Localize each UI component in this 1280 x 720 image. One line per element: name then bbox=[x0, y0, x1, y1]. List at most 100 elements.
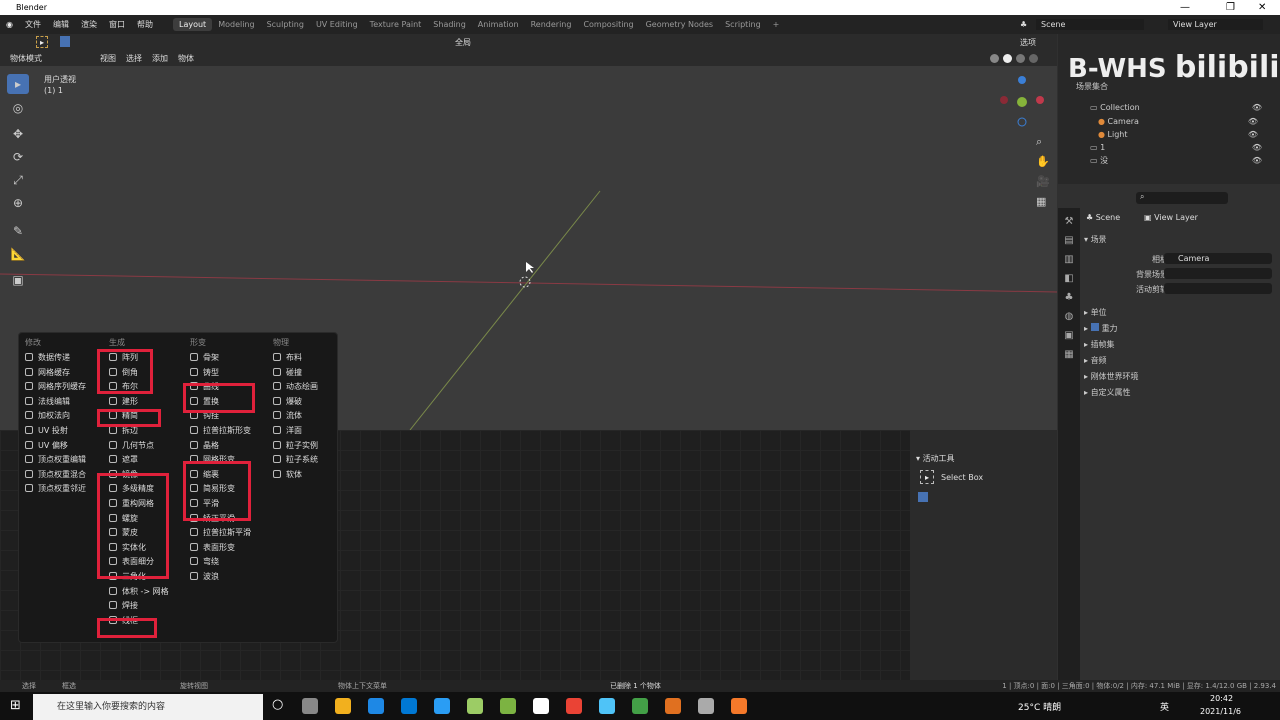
select-box-tool[interactable]: ▸ bbox=[7, 74, 29, 94]
modifier-item[interactable]: 碰撞 bbox=[273, 366, 318, 381]
material-shading-icon[interactable] bbox=[1016, 53, 1025, 63]
taskbar-app-icon[interactable] bbox=[533, 698, 549, 714]
panel-header[interactable]: ▸ 自定义属性 bbox=[1084, 386, 1131, 399]
taskbar-app-icon[interactable] bbox=[335, 698, 351, 714]
tab-workspace[interactable]: Texture Paint bbox=[364, 18, 428, 31]
rotate-tool[interactable]: ⟳ bbox=[7, 147, 29, 167]
modifier-item[interactable]: 晶格 bbox=[190, 439, 251, 454]
tab-workspace[interactable]: Layout bbox=[172, 18, 213, 31]
tab-workspace[interactable]: Shading bbox=[427, 18, 472, 31]
windows-start-icon[interactable]: ⊞ bbox=[10, 698, 21, 713]
taskbar-app-icon[interactable] bbox=[731, 698, 747, 714]
weather[interactable]: 25°C 晴朗 bbox=[1018, 700, 1061, 713]
taskbar-search-input[interactable]: 在这里输入你要搜索的内容 bbox=[33, 694, 263, 720]
viewport-menu-item[interactable]: 选择 bbox=[126, 53, 142, 64]
modifier-item[interactable]: 遮罩 bbox=[109, 453, 169, 468]
clock-date[interactable]: 2021/11/6 bbox=[1200, 707, 1241, 716]
cortana-icon[interactable]: ○ bbox=[272, 697, 283, 712]
tab-view-layer[interactable]: ▣ View Layer bbox=[1144, 213, 1198, 222]
menu-item[interactable]: 编辑 bbox=[47, 19, 75, 30]
outliner-item[interactable]: ● Camera 👁 bbox=[1098, 115, 1276, 128]
taskbar-app-icon[interactable] bbox=[401, 698, 417, 714]
options-dropdown[interactable]: 选项 bbox=[1020, 37, 1036, 48]
panel-header[interactable]: ▸ 音频 bbox=[1084, 354, 1107, 367]
taskbar-app-icon[interactable] bbox=[368, 698, 384, 714]
tab-workspace[interactable]: Modeling bbox=[212, 18, 260, 31]
tab-workspace[interactable]: Geometry Nodes bbox=[640, 18, 719, 31]
modifier-item[interactable]: 布料 bbox=[273, 351, 318, 366]
taskbar-app-icon[interactable] bbox=[665, 698, 681, 714]
viewport-menu-item[interactable]: 物体 bbox=[178, 53, 194, 64]
ime-indicator[interactable]: 英 bbox=[1160, 700, 1169, 713]
modifier-item[interactable]: 表面形变 bbox=[190, 541, 251, 556]
menu-item[interactable]: 帮助 bbox=[131, 19, 159, 30]
mode-dropdown[interactable]: 物体模式 bbox=[10, 53, 80, 64]
modifier-item[interactable]: 铸型 bbox=[190, 366, 251, 381]
modifier-item[interactable]: 弯绕 bbox=[190, 555, 251, 570]
wireframe-shading-icon[interactable] bbox=[990, 53, 999, 63]
panel-header[interactable]: ▸ 刚体世界环境 bbox=[1084, 370, 1139, 383]
tab-scene[interactable]: ♣ Scene bbox=[1086, 213, 1120, 222]
menu-item[interactable]: 文件 bbox=[19, 19, 47, 30]
taskbar-app-icon[interactable] bbox=[500, 698, 516, 714]
taskbar-app-icon[interactable] bbox=[698, 698, 714, 714]
menu-item[interactable]: 渲染 bbox=[75, 19, 103, 30]
visibility-eye-icon[interactable]: 👁 bbox=[1252, 154, 1262, 167]
close-button[interactable]: ✕ bbox=[1258, 0, 1266, 15]
clock-time[interactable]: 20:42 bbox=[1210, 694, 1233, 703]
panel-header[interactable]: ▸ 插帧集 bbox=[1084, 338, 1115, 351]
modifier-item[interactable]: 粒子系统 bbox=[273, 453, 318, 468]
rendered-shading-icon[interactable] bbox=[1029, 53, 1038, 63]
taskbar-app-icon[interactable] bbox=[566, 698, 582, 714]
tab-workspace[interactable]: Compositing bbox=[577, 18, 639, 31]
gravity-checkbox[interactable] bbox=[1090, 323, 1099, 331]
scene-collection[interactable]: 场景集合 bbox=[1076, 80, 1108, 93]
field-0[interactable]: Camera bbox=[1164, 253, 1272, 264]
outliner-item[interactable]: ● Light 👁 bbox=[1098, 128, 1276, 141]
transform-tool[interactable]: ⊕ bbox=[7, 193, 29, 213]
scene-selector[interactable]: Scene bbox=[1036, 19, 1144, 30]
modifier-item[interactable]: UV 投射 bbox=[25, 424, 86, 439]
viewport-menu-item[interactable]: 视图 bbox=[100, 53, 116, 64]
outliner-item[interactable]: ▭ 没 👁 bbox=[1090, 154, 1280, 167]
panel-header[interactable]: ▸ 单位 bbox=[1084, 306, 1107, 319]
modifier-item[interactable]: 顶点权重混合 bbox=[25, 468, 86, 483]
move-tool[interactable]: ✥ bbox=[7, 124, 29, 144]
blender-logo-icon[interactable]: ◉ bbox=[0, 20, 19, 29]
modifier-item[interactable]: 建形 bbox=[109, 395, 169, 410]
modifier-item[interactable]: 网格序列缓存 bbox=[25, 380, 86, 395]
modifier-item[interactable]: 动态绘画 bbox=[273, 380, 318, 395]
solid-shading-icon[interactable] bbox=[1003, 53, 1012, 63]
viewport-nav-buttons[interactable]: ⌕ ✋ 🎥 ▦ bbox=[1036, 132, 1050, 212]
properties-search[interactable]: ⌕ bbox=[1136, 192, 1228, 204]
modifier-item[interactable]: 焊接 bbox=[109, 599, 169, 614]
modifier-item[interactable]: 爆破 bbox=[273, 395, 318, 410]
modifier-item[interactable]: 波浪 bbox=[190, 570, 251, 585]
visibility-eye-icon[interactable]: 👁 bbox=[1248, 128, 1258, 141]
tab-workspace[interactable]: UV Editing bbox=[310, 18, 364, 31]
panel-header[interactable]: ▸ 重力 bbox=[1084, 322, 1118, 335]
modifier-item[interactable]: 加权法向 bbox=[25, 409, 86, 424]
annotate-tool[interactable]: ✎ bbox=[7, 221, 29, 241]
tab-workspace[interactable]: Rendering bbox=[525, 18, 578, 31]
maximize-button[interactable]: ❐ bbox=[1226, 0, 1235, 15]
viewport-menu-item[interactable]: 添加 bbox=[152, 53, 168, 64]
taskbar-app-icon[interactable] bbox=[467, 698, 483, 714]
modifier-item[interactable]: 法线编辑 bbox=[25, 395, 86, 410]
modifier-item[interactable]: 几何节点 bbox=[109, 439, 169, 454]
scale-tool[interactable]: ⤢ bbox=[7, 170, 29, 190]
modifier-item[interactable]: 顶点权重编辑 bbox=[25, 453, 86, 468]
select-tool-icon[interactable]: ▸ bbox=[36, 36, 48, 48]
mode-new-icon[interactable] bbox=[918, 492, 928, 502]
modifier-item[interactable]: 粒子实例 bbox=[273, 439, 318, 454]
modifier-item[interactable]: 网格缓存 bbox=[25, 366, 86, 381]
tab-workspace[interactable]: Animation bbox=[472, 18, 525, 31]
modifier-item[interactable]: 骨架 bbox=[190, 351, 251, 366]
section-scene[interactable]: ▾ 场景 bbox=[1084, 234, 1107, 245]
visibility-eye-icon[interactable]: 👁 bbox=[1252, 141, 1262, 154]
view-layer-selector[interactable]: View Layer bbox=[1168, 19, 1263, 30]
modifier-item[interactable]: 拉普拉斯平滑 bbox=[190, 526, 251, 541]
menu-item[interactable]: 窗口 bbox=[103, 19, 131, 30]
taskbar-app-icon[interactable] bbox=[302, 698, 318, 714]
transform-orientation-dropdown[interactable]: 全局 bbox=[455, 37, 471, 48]
